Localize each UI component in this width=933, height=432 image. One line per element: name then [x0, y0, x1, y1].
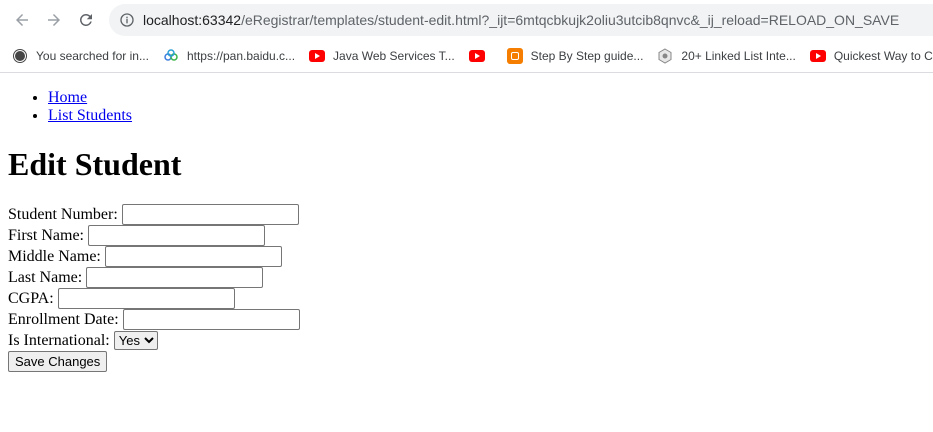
page-content: Home List Students Edit Student Student …	[0, 89, 933, 372]
enrollment-date-input[interactable]	[122, 309, 300, 330]
middle-name-row: Middle Name:	[8, 246, 925, 267]
edit-student-form: Student Number: First Name: Middle Name:…	[8, 204, 925, 372]
is-international-label: Is International:	[8, 332, 110, 349]
is-international-row: Is International: Yes	[8, 330, 925, 351]
bookmark-label: 20+ Linked List Inte...	[681, 49, 796, 63]
bookmark-label: You searched for in...	[36, 49, 149, 63]
bookmark-label: https://pan.baidu.c...	[186, 49, 296, 63]
url-text: localhost:63342/eRegistrar/templates/stu…	[143, 12, 899, 28]
back-arrow-icon	[16, 14, 28, 26]
student-number-label: Student Number:	[8, 206, 118, 223]
last-name-input[interactable]	[86, 267, 264, 288]
reload-icon	[79, 13, 92, 26]
nav-item-home: Home	[48, 89, 925, 107]
url-host: localhost:63342	[143, 12, 242, 28]
cgpa-input[interactable]	[57, 288, 235, 309]
blogger-icon	[506, 48, 523, 64]
site-icon	[658, 48, 672, 64]
browser-toolbar: localhost:63342/eRegistrar/templates/stu…	[0, 0, 933, 40]
back-button[interactable]	[11, 9, 33, 31]
student-number-input[interactable]	[121, 204, 299, 225]
url-path: /eRegistrar/templates/student-edit.html?…	[241, 12, 900, 28]
first-name-row: First Name:	[8, 225, 925, 246]
is-international-select[interactable]: Yes	[113, 331, 158, 350]
nav-list: Home List Students	[8, 89, 925, 125]
cgpa-row: CGPA:	[8, 288, 925, 309]
bookmark-label: Step By Step guide...	[530, 49, 644, 63]
baidu-icon	[164, 49, 178, 61]
middle-name-input[interactable]	[104, 246, 282, 267]
list-students-link[interactable]: List Students	[48, 107, 132, 124]
save-row: Save Changes	[8, 351, 925, 372]
bookmark-label: Java Web Services T...	[333, 49, 455, 63]
student-number-row: Student Number:	[8, 204, 925, 225]
bookmark-item[interactable]	[468, 50, 493, 62]
last-name-label: Last Name:	[8, 269, 83, 286]
first-name-label: First Name:	[8, 227, 84, 244]
reload-button[interactable]	[75, 9, 97, 31]
nav-item-list-students: List Students	[48, 107, 925, 125]
home-link[interactable]: Home	[48, 89, 87, 106]
youtube-icon	[309, 50, 326, 62]
middle-name-label: Middle Name:	[8, 248, 101, 265]
bookmark-item[interactable]: https://pan.baidu.c...	[163, 48, 295, 64]
bookmark-item[interactable]: Java Web Services T...	[309, 49, 455, 63]
bookmark-item[interactable]: 20+ Linked List Inte...	[657, 48, 796, 64]
page-title: Edit Student	[8, 146, 182, 182]
youtube-icon	[468, 50, 485, 62]
bookmark-item[interactable]: You searched for in...	[12, 48, 149, 64]
cgpa-label: CGPA:	[8, 290, 54, 307]
address-bar[interactable]: localhost:63342/eRegistrar/templates/stu…	[109, 4, 933, 36]
bookmark-label: Quickest Way to Cr...	[833, 49, 933, 63]
bookmark-item[interactable]: Quickest Way to Cr...	[809, 49, 933, 63]
wordpress-icon	[13, 49, 27, 63]
forward-button[interactable]	[43, 9, 65, 31]
enrollment-date-label: Enrollment Date:	[8, 311, 119, 328]
enrollment-date-row: Enrollment Date:	[8, 309, 925, 330]
first-name-input[interactable]	[88, 225, 265, 246]
forward-arrow-icon	[48, 14, 60, 26]
info-icon[interactable]	[119, 12, 135, 28]
last-name-row: Last Name:	[8, 267, 925, 288]
bookmark-item[interactable]: Step By Step guide...	[506, 48, 644, 64]
bookmarks-bar: You searched for in... https://pan.baidu…	[0, 40, 933, 73]
youtube-icon	[809, 50, 826, 62]
save-changes-button[interactable]: Save Changes	[8, 351, 108, 372]
